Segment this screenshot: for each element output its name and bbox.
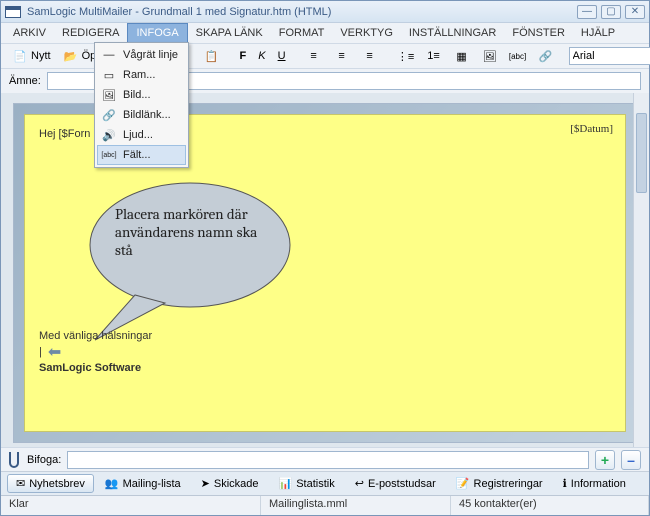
maximize-button[interactable]: ▢ [601,5,621,19]
link-button[interactable]: 🔗 [533,45,559,67]
align-center-button[interactable]: ≡ [329,45,355,67]
fieldcode-icon: [abc] [101,147,117,163]
title-bar: SamLogic MultiMailer - Grundmall 1 med S… [1,1,649,23]
align-left-icon: ≡ [306,48,322,64]
app-window: SamLogic MultiMailer - Grundmall 1 med S… [0,0,650,516]
hr-icon: — [101,47,117,63]
underline-button[interactable]: U [273,47,291,65]
tab-statistik[interactable]: 📊Statistik [270,474,344,493]
menu-bildlank[interactable]: 🔗Bildlänk... [97,105,186,125]
vertical-scrollbar[interactable] [633,93,649,447]
bullets-button[interactable]: ⋮≡ [393,45,419,67]
link-icon: 🔗 [538,48,554,64]
tab-information[interactable]: ℹInformation [554,474,635,493]
align-right-icon: ≡ [362,48,378,64]
greeting-text: Hej [$Forn [39,128,90,140]
paste-button[interactable]: 📋 [199,45,225,67]
attachment-input[interactable] [67,451,589,469]
app-icon [5,6,21,18]
menu-installningar[interactable]: INSTÄLLNINGAR [401,23,504,43]
tab-nyhetsbrev[interactable]: ✉Nyhetsbrev [7,474,94,493]
new-label: Nytt [31,50,51,62]
infoga-menu-popup: —Vågrät linje ▭Ram... 🖼Bild... 🔗Bildlänk… [94,42,189,168]
font-select[interactable] [569,47,650,65]
list-icon: 👥 [105,477,119,490]
newsletter-icon: ✉ [16,477,25,490]
menu-fonster[interactable]: FÖNSTER [504,23,573,43]
status-ready: Klar [1,496,261,515]
window-title: SamLogic MultiMailer - Grundmall 1 med S… [27,6,577,18]
tab-epoststudsar[interactable]: ↩E-poststudsar [346,474,445,493]
menu-hjalp[interactable]: HJÄLP [573,23,623,43]
new-button[interactable]: 📄Nytt [7,45,56,67]
italic-button[interactable]: K [253,47,270,65]
regards-text: Med vänliga hälsningar [39,330,152,342]
menu-infoga[interactable]: INFOGA [127,23,187,43]
new-icon: 📄 [12,48,28,64]
remove-attachment-button[interactable]: – [621,450,641,470]
attachment-row: Bifoga: + – [1,447,649,471]
info-icon: ℹ [563,477,567,490]
picture-icon: 🖼 [101,87,117,103]
subject-label: Ämne: [9,75,41,87]
menu-falt[interactable]: [abc]Fält... [97,145,186,165]
company-text: SamLogic Software [39,362,152,374]
reg-icon: 📝 [456,477,470,490]
table-button[interactable]: ▦ [449,45,475,67]
menu-format[interactable]: FORMAT [271,23,333,43]
menu-ram[interactable]: ▭Ram... [97,65,186,85]
numbering-icon: 1≡ [426,48,442,64]
close-button[interactable]: ✕ [625,5,645,19]
menu-skapa-lank[interactable]: SKAPA LÄNK [188,23,271,43]
imagelink-icon: 🔗 [101,107,117,123]
date-field: [$Datum] [570,123,613,135]
arrow-icon: ⬅ [48,342,61,362]
add-attachment-button[interactable]: + [595,450,615,470]
stats-icon: 📊 [279,477,293,490]
menu-verktyg[interactable]: VERKTYG [332,23,401,43]
status-bar: Klar Mailinglista.mml 45 kontakter(er) [1,495,649,515]
field-icon: [abc] [510,48,526,64]
align-center-icon: ≡ [334,48,350,64]
tab-registreringar[interactable]: 📝Registreringar [447,474,552,493]
bold-button[interactable]: F [235,47,252,65]
menu-redigera[interactable]: REDIGERA [54,23,127,43]
menu-ljud[interactable]: 🔊Ljud... [97,125,186,145]
tab-mailinglista[interactable]: 👥Mailing-lista [96,474,190,493]
menu-vagrat-linje[interactable]: —Vågrät linje [97,45,186,65]
menu-arkiv[interactable]: ARKIV [5,23,54,43]
image-icon: 🖼 [482,48,498,64]
align-right-button[interactable]: ≡ [357,45,383,67]
scrollbar-thumb[interactable] [636,113,647,193]
paste-icon: 📋 [204,48,220,64]
callout-text: Placera markören där användarens namn sk… [115,205,275,259]
menu-bar: ARKIV REDIGERA INFOGA SKAPA LÄNK FORMAT … [1,23,649,43]
bounce-icon: ↩ [355,477,364,490]
bullets-icon: ⋮≡ [398,48,414,64]
status-contacts: 45 kontakter(er) [451,496,649,515]
field-button[interactable]: [abc] [505,45,531,67]
callout-bubble: Placera markören där användarens namn sk… [85,175,295,315]
table-icon: ▦ [454,48,470,64]
minimize-button[interactable]: — [577,5,597,19]
align-left-button[interactable]: ≡ [301,45,327,67]
frame-icon: ▭ [101,67,117,83]
sent-icon: ➤ [201,477,210,490]
image-button[interactable]: 🖼 [477,45,503,67]
sound-icon: 🔊 [101,127,117,143]
tab-bar: ✉Nyhetsbrev 👥Mailing-lista ➤Skickade 📊St… [1,471,649,495]
menu-bild[interactable]: 🖼Bild... [97,85,186,105]
attachment-label: Bifoga: [27,454,61,466]
status-file: Mailinglista.mml [261,496,451,515]
cursor-marker: | [39,346,42,358]
tab-skickade[interactable]: ➤Skickade [192,474,268,493]
open-icon: 📂 [63,48,79,64]
attachment-icon [9,452,19,468]
numbering-button[interactable]: 1≡ [421,45,447,67]
